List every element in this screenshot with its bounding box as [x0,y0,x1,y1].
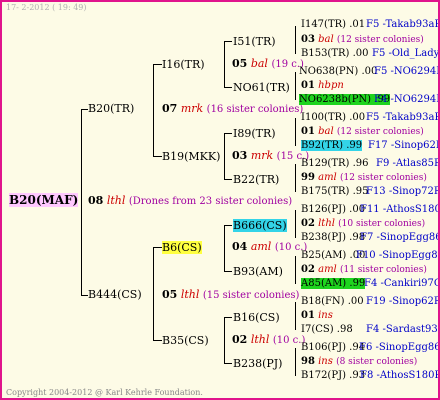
g4-generation: 99 aml (12 sister colonies) [301,172,427,183]
g4-node[interactable]: I7(CS) .98 [301,324,353,335]
connector [224,179,232,180]
connector [295,348,296,376]
connector [224,225,232,226]
g1-node-sire[interactable]: B20(TR) [88,102,134,115]
connector [81,109,88,110]
g3-node[interactable]: NO61(TR) [233,81,290,94]
g4-generation: 01 bal (12 sister colonies) [301,126,424,137]
g1-sire-generation: 07 mrk (16 sister colonies) [162,102,304,115]
g3-node[interactable]: B238(PJ) [233,357,282,370]
g2-node[interactable]: B19(MKK) [162,150,220,163]
g4-generation: 02 aml (11 sister colonies) [301,264,427,275]
g4-generation: 98 ins (8 sister colonies) [301,356,418,367]
connector [153,156,162,157]
g4-source: F4 -Cankiri97Q [364,278,440,289]
copyright-notice: Copyright 2004-2012 @ Karl Kehrle Founda… [6,388,203,397]
root-generation: 08 lthl (Drones from 23 sister colonies) [88,194,293,207]
g2-generation: 04 aml (10 c.) [232,240,308,253]
root-node[interactable]: B20(MAF) [9,193,79,207]
g4-node[interactable]: I100(TR) .00 [301,112,365,123]
g4-source: F7 -SinopEgg86R [360,232,438,243]
g2-generation: 03 mrk (15 c.) [232,149,310,162]
g2-generation: 02 lthl (10 c.) [232,333,306,346]
connector [153,64,162,65]
g4-generation: 01 ins [301,310,333,321]
connector [81,109,82,295]
connector [295,210,296,238]
g4-node[interactable]: B18(FN) .00 [301,296,364,307]
g4-node[interactable]: A85(AM) .99 [301,278,366,289]
g4-node[interactable]: NO638(PN) .00 [299,66,377,77]
g4-node[interactable]: B126(PJ) .00 [301,204,365,215]
g4-generation: 02 lthl (10 sister colonies) [301,218,426,229]
g1-dam-generation: 05 lthl (15 sister colonies) [162,288,300,301]
root-name: B20(MAF) [9,193,79,207]
g4-source: F13 -Sinop72R [366,186,440,197]
g2-node[interactable]: B6(CS) [162,241,202,254]
connector [224,317,232,318]
g4-source: F5 -Takab93aR [366,19,440,30]
connector [224,363,232,364]
connector [81,295,88,296]
g4-source: F5 -NO6294R [374,66,440,77]
g3-node[interactable]: B22(TR) [233,173,279,186]
g4-source: F5 -Old_Lady [372,48,440,59]
g4-source: F4 -Sardast93R [366,324,440,335]
connector [295,72,296,100]
connector [295,164,296,192]
connector [153,340,162,341]
connector [224,41,225,87]
connector [295,256,296,284]
g4-source: F8 -AthosS180R [360,370,440,381]
g1-node-dam[interactable]: B444(CS) [88,288,142,301]
connector [224,133,232,134]
g3-node[interactable]: B16(CS) [233,311,280,324]
g4-source: F19 -Sinop62R [366,296,440,307]
g4-source: F17 -Sinop62R [368,140,440,151]
g2-generation: 05 bal (19 c.) [232,57,304,70]
g3-node[interactable]: B666(CS) [233,219,287,232]
connector [295,118,296,146]
connector [295,26,296,54]
g4-node[interactable]: B92(TR) .99 [301,140,363,151]
root-breeder: lthl [106,194,126,207]
connector [153,64,154,156]
connector [153,247,154,340]
pedigree-chart: { "header": { "date": "17- 2-2012 ( 19: … [0,0,440,400]
root-note: (Drones from 23 sister colonies) [128,196,293,207]
g4-node[interactable]: B172(PJ) .93 [301,370,365,381]
g4-node[interactable]: B238(PJ) .98 [301,232,365,243]
g4-node[interactable]: B106(PJ) .94 [301,342,365,353]
g3-node[interactable]: I89(TR) [233,127,276,140]
g4-generation: 03 bal (12 sister colonies) [301,34,424,45]
connector [295,302,296,330]
connector [153,247,162,248]
g4-source: F9 -Atlas85R [376,158,440,169]
connector [224,41,232,42]
g4-source: F5 -Takab93aR [366,112,440,123]
g3-node[interactable]: I51(TR) [233,35,276,48]
g4-node[interactable]: I147(TR) .01 [301,19,365,30]
connector [224,87,232,88]
connector [224,225,225,271]
g4-node[interactable]: B175(TR) .95 [301,186,369,197]
g2-node[interactable]: B35(CS) [162,334,209,347]
connector [224,271,232,272]
g2-node[interactable]: I16(TR) [162,58,205,71]
g4-source: F11 -AthosS180R [360,204,440,215]
g4-node[interactable]: B153(TR) .00 [301,48,369,59]
g4-source: F6 -SinopEgg86R [359,342,440,353]
g4-source: F10 -SinopEgg86R [356,250,438,261]
connector [224,317,225,363]
date-stamp: 17- 2-2012 ( 19: 49) [6,3,87,12]
g3-node[interactable]: B93(AM) [233,265,283,278]
g4-generation: 01 hbpn [301,80,344,91]
connector [224,133,225,179]
g4-node[interactable]: B129(TR) .96 [301,158,369,169]
g4-source: F4 -NO6294R [374,94,440,105]
